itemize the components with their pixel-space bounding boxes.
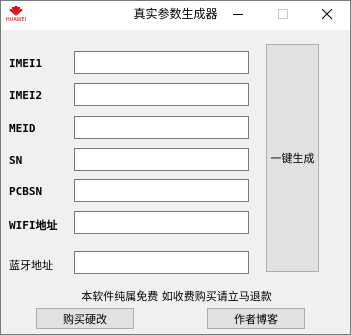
- wifi-address-label: WIFI地址: [9, 219, 58, 232]
- bluetooth-address-label: 蓝牙地址: [9, 259, 53, 272]
- huawei-logo-icon: HUAWEI: [4, 5, 28, 25]
- title-bar[interactable]: HUAWEI 真实参数生成器: [1, 1, 350, 30]
- maximize-button[interactable]: [261, 1, 306, 29]
- imei1-field[interactable]: [74, 51, 249, 74]
- buy-hardware-button[interactable]: 购买硬改: [36, 308, 134, 329]
- bluetooth-address-field[interactable]: [74, 251, 249, 274]
- pcbsn-label: PCBSN: [9, 185, 43, 198]
- maximize-icon: [278, 9, 288, 19]
- generate-button[interactable]: 一键生成: [266, 44, 319, 272]
- imei1-label: IMEI1: [9, 57, 43, 70]
- app-window: HUAWEI 真实参数生成器 IMEI1 IMEI2 MEID SN PCBSN…: [0, 0, 351, 335]
- wifi-address-field[interactable]: [74, 211, 249, 234]
- sn-label: SN: [9, 154, 23, 167]
- imei2-label: IMEI2: [9, 89, 43, 102]
- author-blog-button[interactable]: 作者博客: [207, 308, 305, 329]
- close-button[interactable]: [305, 1, 350, 29]
- minimize-icon: [233, 14, 243, 15]
- imei2-field[interactable]: [74, 83, 249, 106]
- sn-field[interactable]: [74, 148, 249, 171]
- pcbsn-field[interactable]: [74, 179, 249, 202]
- close-icon: [322, 9, 333, 20]
- brand-text: HUAWEI: [5, 17, 27, 23]
- minimize-button[interactable]: [216, 1, 261, 29]
- meid-field[interactable]: [74, 116, 249, 139]
- meid-label: MEID: [9, 122, 36, 135]
- free-notice: 本软件纯属免费 如收费购买请立马退款: [81, 290, 272, 303]
